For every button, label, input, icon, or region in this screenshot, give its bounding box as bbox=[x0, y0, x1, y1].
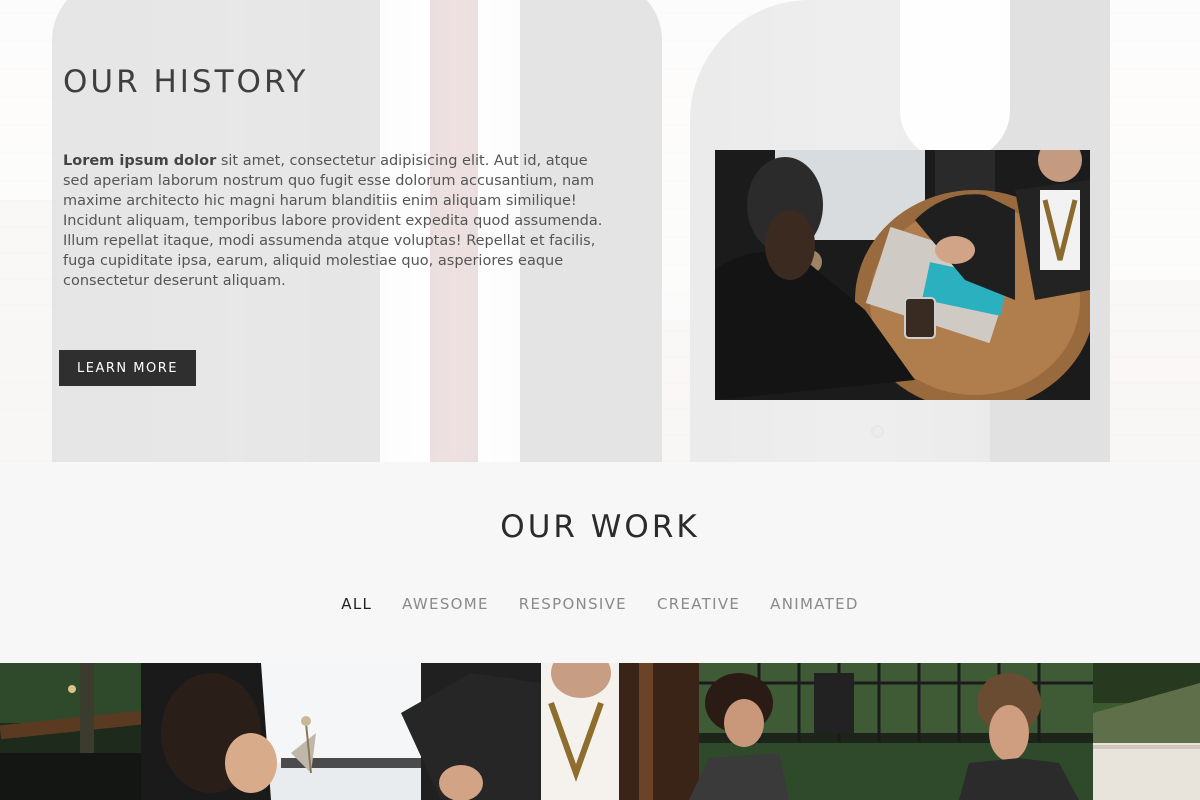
gallery-item[interactable] bbox=[1093, 663, 1200, 800]
history-section: OUR HISTORY Lorem ipsum dolor sit amet, … bbox=[0, 0, 1200, 462]
filter-creative[interactable]: CREATIVE bbox=[642, 595, 755, 613]
history-paragraph-bold: Lorem ipsum dolor bbox=[63, 153, 217, 169]
work-title: OUR WORK bbox=[500, 509, 700, 545]
filter-responsive[interactable]: RESPONSIVE bbox=[504, 595, 642, 613]
history-title: OUR HISTORY bbox=[63, 64, 309, 100]
gallery-item[interactable] bbox=[0, 663, 141, 800]
gallery-item[interactable] bbox=[619, 663, 1093, 800]
filter-animated[interactable]: ANIMATED bbox=[755, 595, 874, 613]
filter-awesome[interactable]: AWESOME bbox=[387, 595, 504, 613]
history-paragraph-body: sit amet, consectetur adipisicing elit. … bbox=[63, 153, 603, 289]
filter-all[interactable]: ALL bbox=[326, 595, 387, 613]
history-paragraph: Lorem ipsum dolor sit amet, consectetur … bbox=[63, 151, 613, 291]
work-section: OUR WORK ALL AWESOME RESPONSIVE CREATIVE… bbox=[0, 462, 1200, 663]
work-filter-tabs: ALL AWESOME RESPONSIVE CREATIVE ANIMATED bbox=[0, 595, 1200, 613]
history-photo bbox=[715, 150, 1090, 400]
work-gallery bbox=[0, 663, 1200, 800]
learn-more-button[interactable]: LEARN MORE bbox=[59, 350, 196, 386]
gallery-item[interactable] bbox=[141, 663, 619, 800]
